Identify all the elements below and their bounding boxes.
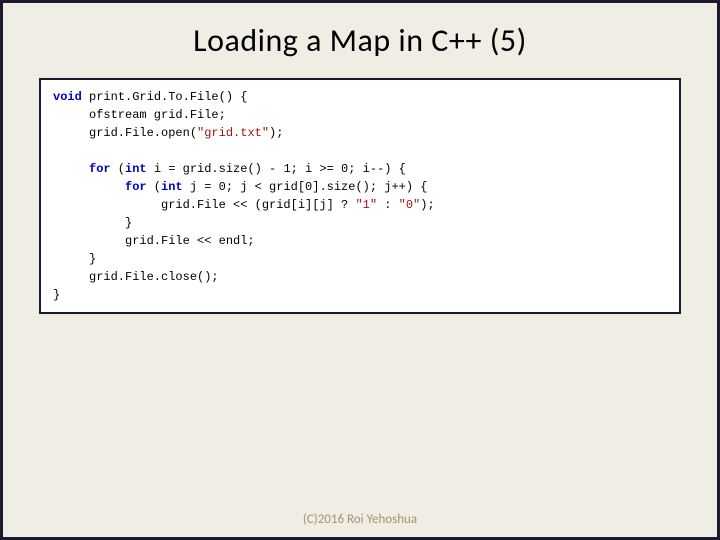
keyword-for: for <box>125 180 147 194</box>
code-block: void print.Grid.To.File() { ofstream gri… <box>39 78 681 314</box>
keyword-for: for <box>89 162 111 176</box>
code-line: ofstream grid.File; <box>53 106 667 124</box>
code-line: } <box>53 250 667 268</box>
code-line: for (int i = grid.size() - 1; i >= 0; i-… <box>53 160 667 178</box>
code-line: void print.Grid.To.File() { <box>53 88 667 106</box>
code-line: grid.File << (grid[i][j] ? "1" : "0"); <box>53 196 667 214</box>
slide-title: Loading a Map in C++ (5) <box>3 3 717 74</box>
copyright-footer: (C)2016 Roi Yehoshua <box>3 512 717 527</box>
string-literal: "0" <box>399 198 421 212</box>
code-line: grid.File.close(); <box>53 268 667 286</box>
code-line: } <box>53 286 667 304</box>
string-literal: "1" <box>355 198 377 212</box>
string-literal: "grid.txt" <box>197 126 269 140</box>
keyword-int: int <box>125 162 147 176</box>
keyword-void: void <box>53 90 82 104</box>
code-line: grid.File << endl; <box>53 232 667 250</box>
code-line: } <box>53 214 667 232</box>
code-line: grid.File.open("grid.txt"); <box>53 124 667 142</box>
keyword-int: int <box>161 180 183 194</box>
code-line: for (int j = 0; j < grid[0].size(); j++)… <box>53 178 667 196</box>
